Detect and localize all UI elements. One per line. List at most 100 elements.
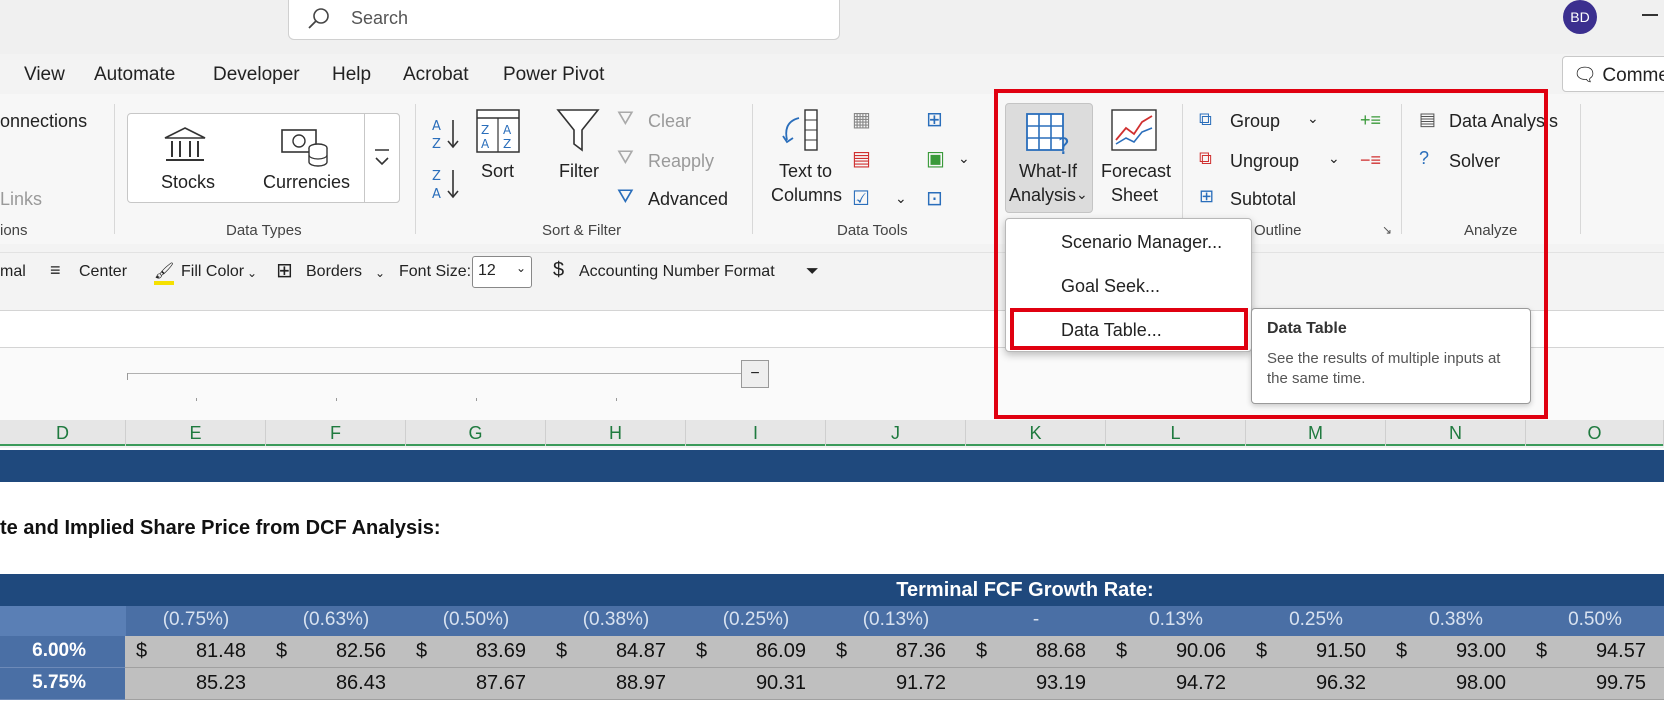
tab-automate[interactable]: Automate (94, 64, 175, 86)
subtotal-button[interactable]: Subtotal (1230, 189, 1296, 210)
filter-button[interactable] (556, 108, 600, 159)
user-avatar[interactable]: BD (1563, 0, 1597, 34)
column-header[interactable]: H (546, 420, 686, 446)
goal-seek-item[interactable]: Goal Seek... (1061, 276, 1160, 297)
table-cell[interactable]: 84.87 (546, 640, 666, 663)
sort-label: Sort (481, 161, 515, 181)
table-cell[interactable]: 93.19 (966, 672, 1086, 695)
column-header[interactable]: L (1106, 420, 1246, 446)
table-cell[interactable]: 90.31 (686, 672, 806, 695)
growth-rate-cell[interactable]: 0.38% (1386, 609, 1526, 635)
collapse-outline-button[interactable]: − (741, 360, 769, 388)
sort-descending-button[interactable]: Z A (431, 166, 461, 207)
comments-button[interactable]: 🗨 Comments (1562, 56, 1664, 92)
number-format-dropdown[interactable]: mal (0, 263, 26, 281)
sort-ascending-button[interactable]: A Z (431, 116, 461, 157)
table-cell[interactable]: 91.72 (826, 672, 946, 695)
stocks-button[interactable] (163, 126, 207, 169)
center-button[interactable]: Center (79, 263, 127, 281)
growth-rate-cell[interactable]: (0.75%) (126, 609, 266, 635)
chevron-down-icon[interactable]: ⌄ (958, 150, 970, 167)
data-model-icon[interactable]: ▣ (926, 146, 945, 171)
growth-rate-cell[interactable]: 0.50% (1526, 609, 1664, 635)
borders-button[interactable]: Borders (306, 263, 362, 281)
chevron-down-icon[interactable]: ⌄ (375, 266, 385, 280)
column-header[interactable]: N (1386, 420, 1526, 446)
column-header[interactable]: E (126, 420, 266, 446)
currencies-button[interactable] (280, 126, 330, 175)
links-button[interactable]: Links (0, 189, 42, 210)
growth-rate-cell[interactable]: (0.63%) (266, 609, 406, 635)
accounting-format-button[interactable]: Accounting Number Format (579, 263, 775, 281)
dialog-launcher-icon[interactable]: ↘ (1382, 223, 1392, 237)
tab-help[interactable]: Help (332, 64, 371, 86)
tab-acrobat[interactable]: Acrobat (403, 64, 468, 86)
clear-button[interactable]: Clear (648, 111, 691, 132)
scenario-manager-item[interactable]: Scenario Manager... (1061, 232, 1222, 253)
growth-rate-cell[interactable]: (0.38%) (546, 609, 686, 635)
growth-rate-cell[interactable]: (0.25%) (686, 609, 826, 635)
table-cell[interactable]: 90.06 (1106, 640, 1226, 663)
table-cell[interactable]: 82.56 (266, 640, 386, 663)
table-cell[interactable]: 96.32 (1246, 672, 1366, 695)
data-analysis-button[interactable]: Data Analysis (1449, 111, 1558, 132)
sort-button[interactable]: Z A A Z (475, 108, 521, 159)
reapply-button[interactable]: Reapply (648, 151, 714, 172)
table-cell[interactable]: 87.36 (826, 640, 946, 663)
column-header[interactable]: J (826, 420, 966, 446)
relationships-icon[interactable]: ⊡ (926, 186, 943, 211)
overflow-chevron-icon[interactable]: ⏷ (806, 263, 819, 281)
forecast-sheet-button[interactable] (1110, 108, 1158, 157)
text-to-columns-button[interactable] (779, 108, 827, 157)
chevron-down-icon[interactable]: ⌄ (895, 190, 907, 207)
ungroup-button[interactable]: Ungroup (1230, 151, 1299, 172)
minimize-icon[interactable] (1642, 14, 1658, 16)
table-cell[interactable]: 94.57 (1526, 640, 1646, 663)
table-cell[interactable]: 87.67 (406, 672, 526, 695)
column-header[interactable]: M (1246, 420, 1386, 446)
search-box[interactable]: Search (288, 0, 840, 40)
table-cell[interactable]: 85.23 (126, 672, 246, 695)
table-cell[interactable]: 94.72 (1106, 672, 1226, 695)
table-cell[interactable]: 83.69 (406, 640, 526, 663)
growth-rate-cell[interactable]: (0.50%) (406, 609, 546, 635)
hide-detail-icon[interactable]: −≡ (1360, 150, 1381, 171)
growth-rate-cell[interactable]: (0.13%) (826, 609, 966, 635)
connections-button[interactable]: onnections (0, 111, 87, 132)
chevron-down-icon[interactable]: ⌄ (1307, 110, 1319, 127)
column-header[interactable]: D (0, 420, 126, 446)
data-validation-icon[interactable]: ☑ (852, 186, 870, 211)
growth-rate-cell[interactable]: 0.13% (1106, 609, 1246, 635)
table-cell[interactable]: 91.50 (1246, 640, 1366, 663)
group-button[interactable]: Group (1230, 111, 1280, 132)
show-detail-icon[interactable]: +≡ (1360, 110, 1381, 131)
remove-duplicates-icon[interactable]: ▤ (852, 146, 871, 171)
table-cell[interactable]: 99.75 (1526, 672, 1646, 695)
table-cell[interactable]: 88.68 (966, 640, 1086, 663)
table-cell[interactable]: 86.09 (686, 640, 806, 663)
column-header[interactable]: G (406, 420, 546, 446)
gallery-more-button[interactable] (364, 113, 400, 203)
solver-button[interactable]: Solver (1449, 151, 1500, 172)
table-cell[interactable]: 88.97 (546, 672, 666, 695)
flash-fill-icon[interactable]: ▦ (852, 107, 871, 132)
tab-developer[interactable]: Developer (213, 64, 300, 86)
advanced-button[interactable]: Advanced (648, 189, 728, 210)
growth-rate-cell[interactable]: 0.25% (1246, 609, 1386, 635)
table-cell[interactable]: 98.00 (1386, 672, 1506, 695)
column-header[interactable]: F (266, 420, 406, 446)
chevron-down-icon[interactable]: ⌄ (1328, 150, 1340, 167)
tab-view[interactable]: View (24, 64, 65, 86)
column-header[interactable]: I (686, 420, 826, 446)
fill-color-button[interactable]: Fill Color (181, 263, 244, 281)
chevron-down-icon[interactable]: ⌄ (247, 266, 257, 280)
column-header[interactable]: O (1526, 420, 1664, 446)
growth-rate-cell[interactable]: - (966, 609, 1106, 635)
table-cell[interactable]: 81.48 (126, 640, 246, 663)
column-header[interactable]: K (966, 420, 1106, 446)
consolidate-icon[interactable]: ⊞ (926, 107, 943, 132)
tab-power-pivot[interactable]: Power Pivot (503, 64, 604, 86)
table-cell[interactable]: 93.00 (1386, 640, 1506, 663)
table-cell[interactable]: 86.43 (266, 672, 386, 695)
font-size-select[interactable]: 12 ⌄ (472, 256, 532, 288)
